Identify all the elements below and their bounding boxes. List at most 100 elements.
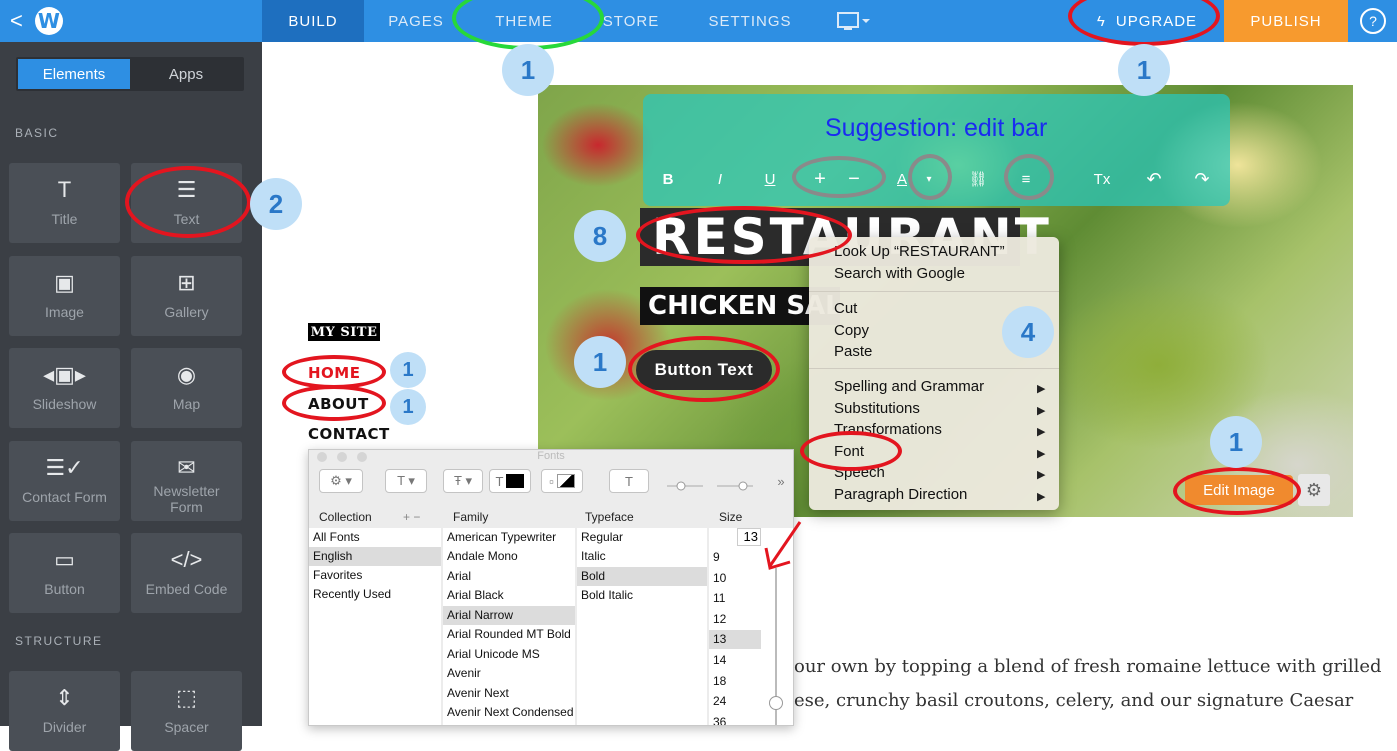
family-item[interactable]: Arial Black — [447, 586, 504, 605]
family-item[interactable]: Avenir — [447, 664, 481, 683]
add-remove-collection-icon[interactable]: + − — [403, 508, 433, 526]
site-nav-contact[interactable]: CONTACT — [308, 425, 390, 443]
menu-item-copy[interactable]: Copy — [834, 322, 869, 339]
family-item[interactable]: Andale Mono — [447, 547, 518, 566]
submenu-arrow-icon: ▶ — [1037, 469, 1046, 481]
image-icon: ▣ — [54, 270, 75, 295]
menu-item-cut[interactable]: Cut — [834, 300, 857, 317]
element-newsletter-form[interactable]: ✉ Newsletter Form — [131, 441, 242, 521]
menu-item-paragraph-direction[interactable]: Paragraph Direction — [834, 486, 967, 503]
spacer-icon: ⬚ — [176, 685, 197, 710]
more-chevron-icon[interactable]: » — [771, 469, 791, 493]
size-item[interactable]: 14 — [713, 651, 726, 670]
gear-icon[interactable]: ⚙ — [1298, 474, 1330, 506]
step-number-badge: 4 — [1002, 306, 1054, 358]
collection-item[interactable]: Favorites — [313, 566, 362, 585]
collection-item[interactable]: English — [313, 547, 352, 566]
underline-style-icon[interactable]: T ▾ — [385, 469, 427, 493]
submenu-arrow-icon: ▶ — [1037, 491, 1046, 503]
device-preview-icon[interactable] — [828, 0, 878, 42]
menu-divider — [809, 291, 1059, 292]
size-item[interactable]: 11 — [713, 589, 725, 608]
tab-elements[interactable]: Elements — [18, 59, 130, 89]
menu-item-substitutions[interactable]: Substitutions — [834, 400, 920, 417]
element-map[interactable]: ◉ Map — [131, 348, 242, 428]
size-item[interactable]: 10 — [713, 569, 726, 588]
family-item[interactable]: Avenir Next — [447, 684, 509, 703]
shadow-sliders[interactable] — [667, 469, 757, 493]
element-contact-form[interactable]: ☰✓ Contact Form — [9, 441, 120, 521]
size-item[interactable]: 13 — [713, 630, 726, 649]
menu-item-spelling[interactable]: Spelling and Grammar — [834, 378, 984, 395]
typeface-item[interactable]: Regular — [581, 528, 623, 547]
site-logo[interactable]: MY SITE — [308, 323, 380, 341]
document-color-icon[interactable]: ▫ — [541, 469, 583, 493]
element-gallery[interactable]: ⊞ Gallery — [131, 256, 242, 336]
italic-button[interactable]: I — [708, 166, 732, 192]
element-label: Embed Code — [145, 581, 228, 597]
annotation-circle — [636, 206, 852, 264]
tab-pages[interactable]: PAGES — [370, 0, 462, 42]
annotation-circle — [908, 154, 952, 200]
size-item[interactable]: 12 — [713, 610, 726, 629]
back-arrow-icon[interactable]: < — [10, 8, 23, 34]
element-spacer[interactable]: ⬚ Spacer — [131, 671, 242, 751]
tab-build[interactable]: BUILD — [262, 0, 364, 42]
step-number-badge: 1 — [390, 352, 426, 388]
typeface-item[interactable]: Bold Italic — [581, 586, 633, 605]
family-item[interactable]: Arial Rounded MT Bold — [447, 625, 571, 644]
family-item[interactable]: American Typewriter — [447, 528, 556, 547]
submenu-arrow-icon: ▶ — [1037, 405, 1046, 417]
menu-item-search-google[interactable]: Search with Google — [834, 265, 965, 282]
bold-button[interactable]: B — [656, 166, 680, 192]
body-paragraph-line: our own by topping a blend of fresh roma… — [794, 656, 1382, 677]
fonts-panel: Fonts ⚙ ▾ T ▾ Ŧ ▾ T ▫ T » Collection + −… — [308, 449, 794, 726]
gear-menu-icon[interactable]: ⚙ ▾ — [319, 469, 363, 493]
underline-button[interactable]: U — [758, 166, 782, 192]
publish-button[interactable]: PUBLISH — [1224, 0, 1348, 42]
step-number-badge: 8 — [574, 210, 626, 262]
size-item[interactable]: 36 — [713, 713, 726, 725]
annotation-circle — [282, 355, 386, 389]
collection-list: All Fonts English Favorites Recently Use… — [309, 528, 441, 725]
redo-icon[interactable]: ↷ — [1190, 166, 1214, 192]
element-divider[interactable]: ⇕ Divider — [9, 671, 120, 751]
element-image[interactable]: ▣ Image — [9, 256, 120, 336]
button-icon: ▭ — [54, 547, 75, 572]
weebly-logo-icon[interactable]: W — [34, 7, 63, 35]
collection-item[interactable]: Recently Used — [313, 585, 391, 604]
text-color-icon[interactable]: T — [489, 469, 531, 493]
element-button[interactable]: ▭ Button — [9, 533, 120, 613]
family-item[interactable]: Arial — [447, 567, 471, 586]
family-item[interactable]: Avenir Next Condensed — [447, 703, 574, 722]
element-slideshow[interactable]: ◂▣▸ Slideshow — [9, 348, 120, 428]
element-embed-code[interactable]: </> Embed Code — [131, 533, 242, 613]
menu-item-paste[interactable]: Paste — [834, 343, 872, 360]
family-item[interactable]: Arial Narrow — [447, 606, 513, 625]
typeface-item[interactable]: Bold — [581, 567, 605, 586]
contact-form-icon: ☰✓ — [45, 455, 84, 480]
size-item[interactable]: 24 — [713, 692, 726, 711]
undo-icon[interactable]: ↶ — [1142, 166, 1166, 192]
element-label: Spacer — [164, 719, 209, 735]
size-input[interactable]: 13 — [737, 528, 761, 546]
size-item[interactable]: 18 — [713, 672, 726, 691]
collection-item[interactable]: All Fonts — [313, 528, 360, 547]
link-icon[interactable]: ⛓ — [964, 166, 992, 192]
tab-apps[interactable]: Apps — [130, 59, 242, 89]
map-pin-icon: ◉ — [176, 362, 197, 387]
element-label: Newsletter Form — [153, 483, 220, 515]
element-title[interactable]: T Title — [9, 163, 120, 243]
typeface-item[interactable]: Italic — [581, 547, 606, 566]
strikethrough-style-icon[interactable]: Ŧ ▾ — [443, 469, 483, 493]
text-shadow-icon[interactable]: T — [609, 469, 649, 493]
size-slider-knob[interactable] — [769, 696, 783, 710]
tab-settings[interactable]: SETTINGS — [700, 0, 800, 42]
size-item[interactable]: 9 — [713, 548, 720, 567]
slideshow-icon: ◂▣▸ — [43, 362, 86, 387]
family-item[interactable]: Arial Unicode MS — [447, 645, 540, 664]
element-label: Button — [44, 581, 85, 597]
menu-item-lookup[interactable]: Look Up “RESTAURANT” — [834, 243, 1005, 260]
help-icon[interactable]: ? — [1360, 8, 1386, 34]
clear-format-icon[interactable]: Tx — [1090, 166, 1114, 192]
